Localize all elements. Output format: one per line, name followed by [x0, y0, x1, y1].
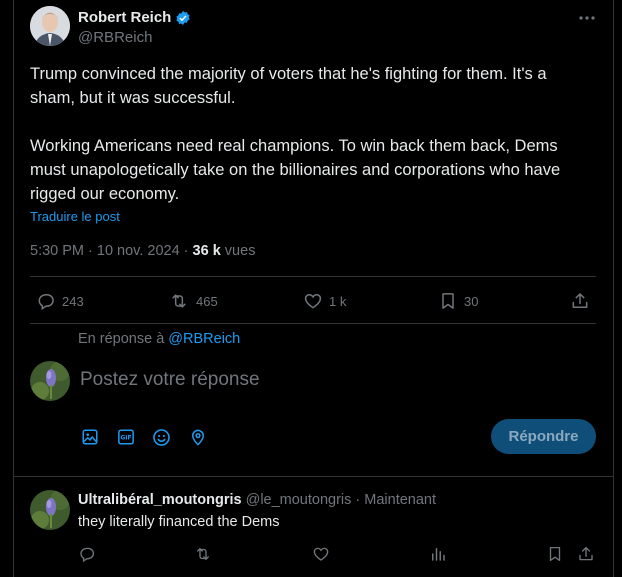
bookmark-count: 30	[464, 293, 479, 309]
repost-icon	[168, 291, 190, 311]
reply-author-name[interactable]: Ultralibéral_moutongris	[78, 492, 242, 508]
reply-reply-icon[interactable]	[78, 545, 96, 563]
location-icon[interactable]	[189, 428, 207, 447]
reply-heart-icon[interactable]	[312, 545, 330, 563]
post-text-paragraph-2: Working Americans need real champions. T…	[30, 137, 561, 203]
post-text-paragraph-1: Trump convinced the majority of voters t…	[30, 65, 547, 107]
reply-input[interactable]: Postez votre réponse	[80, 369, 480, 391]
repost-button[interactable]: 465	[168, 291, 218, 311]
views-label: vues	[220, 243, 256, 259]
reply-to-handle[interactable]: @RBReich	[168, 331, 240, 347]
post-timestamp[interactable]: 5:30 PM · 10 nov. 2024 ·	[30, 243, 193, 259]
reply-text: they literally financed the Dems	[78, 514, 280, 530]
divider	[30, 323, 596, 324]
reply-author-avatar[interactable]	[30, 490, 70, 530]
reply-count: 243	[62, 293, 84, 309]
views-count: 36 k	[192, 243, 221, 259]
translate-link[interactable]: Traduire le post	[30, 209, 120, 224]
share-icon[interactable]	[570, 291, 590, 311]
heart-icon	[303, 291, 323, 311]
author-handle[interactable]: @RBReich	[78, 29, 152, 46]
author-name[interactable]: Robert Reich	[78, 9, 171, 26]
reply-analytics-icon[interactable]	[429, 545, 447, 563]
post-text: Trump convinced the majority of voters t…	[30, 62, 595, 206]
author-avatar[interactable]	[30, 6, 70, 46]
post-meta: 5:30 PM · 10 nov. 2024 · 36 k vues	[30, 243, 255, 259]
divider	[30, 276, 596, 277]
reply-bookmark-icon[interactable]	[546, 545, 564, 563]
reply-to-prefix: En réponse à	[78, 331, 169, 347]
reply-header: Ultralibéral_moutongris @le_moutongris ·…	[78, 492, 436, 508]
like-count: 1 k	[329, 293, 347, 309]
reply-icon	[36, 291, 56, 311]
bookmark-icon	[438, 291, 458, 311]
author-name-row: Robert Reich	[78, 9, 191, 26]
reply-submit-label: Répondre	[508, 428, 579, 445]
media-icon[interactable]	[81, 428, 99, 446]
reply-to-line: En réponse à @RBReich	[78, 331, 240, 347]
emoji-icon[interactable]	[152, 428, 171, 447]
more-options-icon[interactable]	[578, 10, 596, 26]
divider	[14, 476, 614, 477]
reply-input-placeholder: Postez votre réponse	[80, 369, 260, 390]
reply-repost-icon[interactable]	[193, 545, 213, 563]
repost-count: 465	[196, 293, 218, 309]
gif-icon[interactable]: GIF	[117, 428, 135, 446]
user-avatar[interactable]	[30, 361, 70, 401]
verified-badge-icon	[175, 10, 191, 26]
svg-text:GIF: GIF	[120, 435, 131, 442]
bookmark-button[interactable]: 30	[438, 291, 478, 311]
reply-share-icon[interactable]	[577, 545, 595, 563]
reply-button[interactable]: 243	[36, 291, 84, 311]
reply-meta[interactable]: @le_moutongris · Maintenant	[246, 492, 436, 508]
like-button[interactable]: 1 k	[303, 291, 346, 311]
reply-submit-button[interactable]: Répondre	[491, 419, 596, 454]
